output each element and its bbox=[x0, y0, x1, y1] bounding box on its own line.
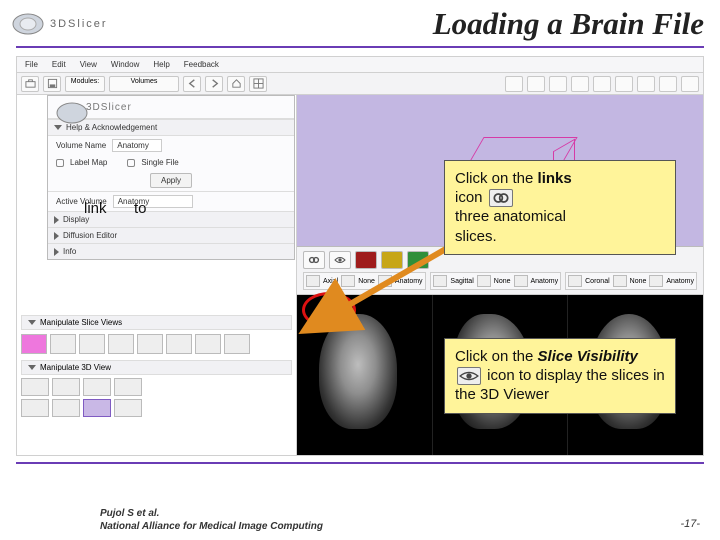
section-info[interactable]: Info bbox=[48, 244, 294, 259]
title-rule bbox=[16, 46, 704, 48]
footer-citation: Pujol S et al. bbox=[100, 508, 700, 519]
section-3d-view[interactable]: Manipulate 3D View bbox=[21, 360, 292, 375]
partial-text: to bbox=[134, 200, 147, 217]
slice-chip[interactable] bbox=[79, 334, 105, 354]
coronal-chip-icon[interactable] bbox=[407, 251, 429, 269]
tool-icon[interactable] bbox=[527, 76, 545, 92]
callout-visibility: Click on the Slice Visibility icon to di… bbox=[444, 338, 676, 414]
singlefile-checkbox[interactable] bbox=[127, 159, 135, 167]
sagittal-chip-icon[interactable] bbox=[381, 251, 403, 269]
view-preset[interactable] bbox=[21, 399, 49, 417]
slice-visibility-icon[interactable] bbox=[329, 251, 351, 269]
menu-edit[interactable]: Edit bbox=[52, 60, 66, 69]
slice-panel-coronal: CoronalNoneAnatomy bbox=[565, 272, 697, 290]
callout-links: Click on the links icon three anatomical… bbox=[444, 160, 676, 255]
apply-button[interactable]: Apply bbox=[150, 173, 192, 188]
menubar: File Edit View Window Help Feedback bbox=[17, 57, 703, 73]
toolbar: Modules: Volumes bbox=[17, 73, 703, 95]
slice-panel-axial: AxialNoneAnatomy bbox=[303, 272, 426, 290]
singlefile-label: Single File bbox=[141, 158, 178, 167]
app-logo-icon bbox=[10, 10, 46, 38]
view-preset[interactable] bbox=[52, 378, 80, 396]
links-icon[interactable] bbox=[303, 251, 325, 269]
tool-icon[interactable] bbox=[593, 76, 611, 92]
view-preset[interactable] bbox=[114, 399, 142, 417]
slice-chip[interactable] bbox=[21, 334, 47, 354]
section-diffusion[interactable]: Diffusion Editor bbox=[48, 228, 294, 243]
slice-chip[interactable] bbox=[50, 334, 76, 354]
links-icon bbox=[489, 189, 513, 207]
nav-back-icon[interactable] bbox=[183, 76, 201, 92]
menu-view[interactable]: View bbox=[80, 60, 97, 69]
brand-label: 3DSlicer bbox=[86, 102, 132, 113]
menu-feedback[interactable]: Feedback bbox=[184, 60, 219, 69]
layout-icon[interactable] bbox=[249, 76, 267, 92]
view-preset[interactable] bbox=[21, 378, 49, 396]
module-label: Modules: bbox=[65, 76, 105, 92]
app-logo-icon bbox=[54, 99, 76, 115]
slice-chip[interactable] bbox=[108, 334, 134, 354]
menu-window[interactable]: Window bbox=[111, 60, 139, 69]
volname-label: Volume Name bbox=[56, 141, 106, 150]
slice-chip[interactable] bbox=[224, 334, 250, 354]
tool-icon[interactable] bbox=[571, 76, 589, 92]
page-title: Loading a Brain File bbox=[433, 6, 704, 42]
tool-icon[interactable] bbox=[505, 76, 523, 92]
labelmap-checkbox[interactable] bbox=[56, 159, 64, 167]
view-preset[interactable] bbox=[52, 399, 80, 417]
save-icon[interactable] bbox=[43, 76, 61, 92]
slice-panel-sagittal: SagittalNoneAnatomy bbox=[430, 272, 561, 290]
tool-icon[interactable] bbox=[549, 76, 567, 92]
active-vol-field[interactable]: Anatomy bbox=[113, 195, 193, 208]
load-icon[interactable] bbox=[21, 76, 39, 92]
tool-icon[interactable] bbox=[615, 76, 633, 92]
slice-chip[interactable] bbox=[166, 334, 192, 354]
slice-visibility-icon bbox=[457, 367, 481, 385]
footer-rule bbox=[16, 462, 704, 464]
view-preset-selected[interactable] bbox=[83, 399, 111, 417]
view-preset[interactable] bbox=[114, 378, 142, 396]
tool-icon[interactable] bbox=[637, 76, 655, 92]
module-select[interactable]: Volumes bbox=[109, 76, 179, 92]
partial-text: link bbox=[84, 200, 107, 217]
left-panel: 3DSlicer Help & Acknowledgement Volume N… bbox=[17, 95, 297, 455]
highlight-circle bbox=[302, 292, 356, 328]
labelmap-label: Label Map bbox=[70, 158, 107, 167]
menu-help[interactable]: Help bbox=[153, 60, 169, 69]
tool-icon[interactable] bbox=[659, 76, 677, 92]
home-icon[interactable] bbox=[227, 76, 245, 92]
volname-field[interactable]: Anatomy bbox=[112, 139, 162, 152]
menu-file[interactable]: File bbox=[25, 60, 38, 69]
section-slice-views[interactable]: Manipulate Slice Views bbox=[21, 315, 292, 330]
slice-chip[interactable] bbox=[195, 334, 221, 354]
slice-chip[interactable] bbox=[137, 334, 163, 354]
tool-icon[interactable] bbox=[681, 76, 699, 92]
page-number: -17- bbox=[680, 518, 700, 530]
brand-label: 3DSlicer bbox=[50, 18, 108, 30]
view-preset[interactable] bbox=[83, 378, 111, 396]
nav-fwd-icon[interactable] bbox=[205, 76, 223, 92]
axial-chip-icon[interactable] bbox=[355, 251, 377, 269]
footer-org: National Alliance for Medical Image Comp… bbox=[100, 521, 700, 532]
